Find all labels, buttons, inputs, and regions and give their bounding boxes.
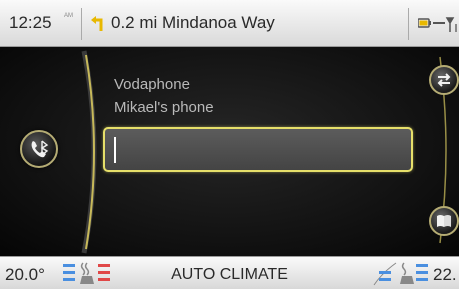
status-bar: 12:25 AM 0.2 mi Mindanoa Way [0, 0, 459, 47]
divider [81, 8, 82, 40]
swap-call-button[interactable] [429, 65, 459, 95]
clock: 12:25 [9, 13, 52, 32]
phone-battery-signal-icon [418, 17, 457, 32]
phonebook-icon [437, 215, 451, 227]
ampm-indicator: AM [64, 13, 73, 19]
divider [408, 8, 409, 40]
connected-device: Mikael's phone [114, 99, 214, 116]
navigation-instruction[interactable]: 0.2 mi Mindanoa Way [111, 13, 275, 33]
bluetooth-phone-button[interactable] [20, 130, 58, 168]
phone-number-input[interactable] [103, 127, 413, 172]
turn-left-arrow-icon [91, 16, 103, 31]
right-temperature[interactable]: 22. [433, 265, 457, 285]
network-operator: Vodaphone [114, 76, 190, 93]
phonebook-button[interactable] [429, 206, 459, 236]
climate-bar: 20.0° AUTO CLIMATE 22. [0, 256, 459, 289]
bluetooth-phone-icon [31, 140, 49, 158]
text-cursor [114, 137, 116, 163]
seat-heat-right-icon[interactable] [372, 260, 430, 286]
swap-arrows-icon [437, 73, 451, 87]
